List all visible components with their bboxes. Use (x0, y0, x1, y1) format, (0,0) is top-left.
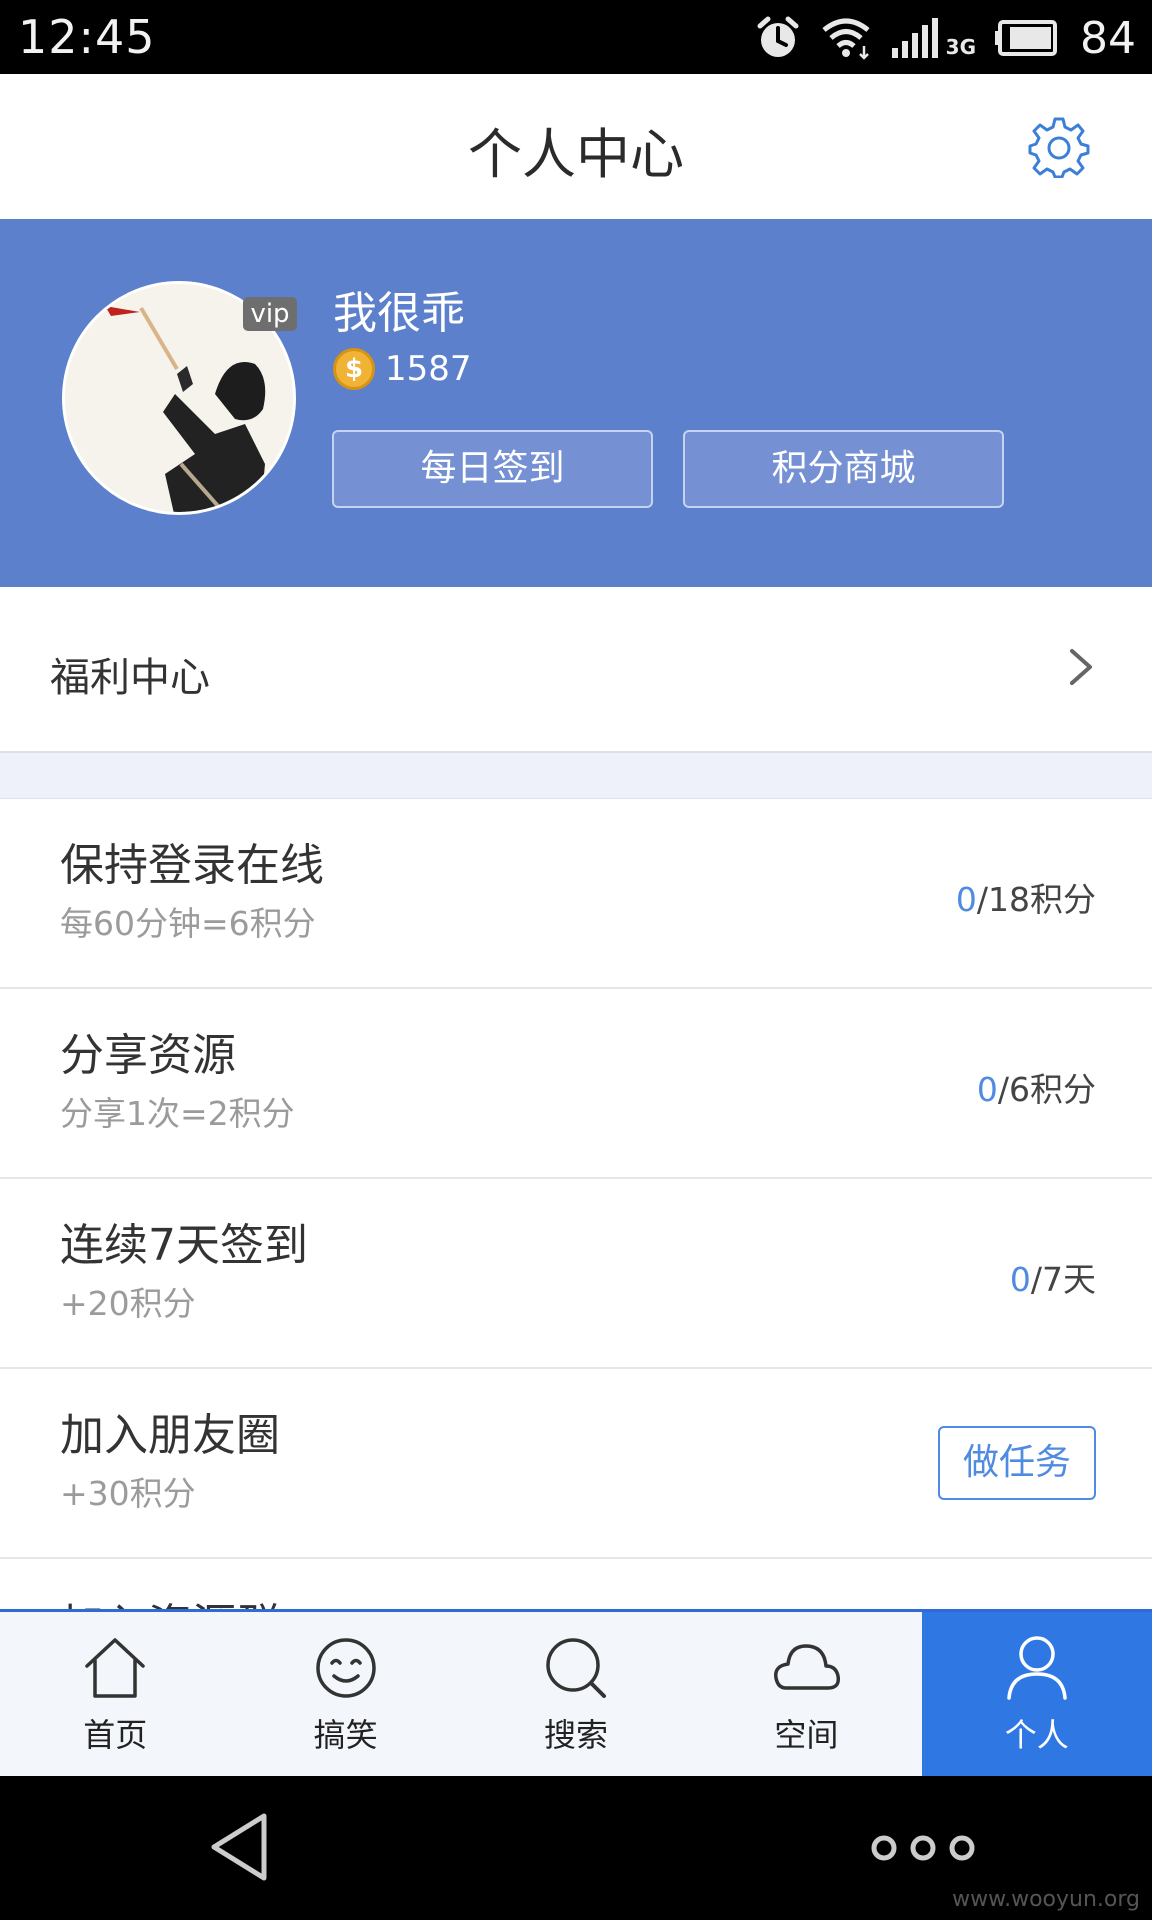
task-subtitle: 每60分钟=6积分 (60, 904, 316, 943)
search-icon (546, 1638, 606, 1698)
battery-level: 84 (1080, 12, 1136, 64)
watermark: www.wooyun.org (952, 1887, 1140, 1912)
nav-item-profile[interactable]: 个人 (921, 1612, 1152, 1776)
nav-item-space[interactable]: 空间 (691, 1612, 921, 1776)
nav-item-home[interactable]: 首页 (0, 1612, 230, 1776)
task-subtitle: +20积分 (60, 1284, 196, 1323)
task-subtitle: 分享1次=2积分 (60, 1094, 295, 1133)
task-progress-total: /6积分 (997, 1070, 1096, 1109)
user-icon (1007, 1636, 1067, 1700)
nav-label: 首页 (83, 1716, 148, 1754)
task-progress-current: 0 (955, 880, 977, 919)
network-type: 3G (945, 35, 976, 59)
system-nav-bar: www.wooyun.org (0, 1776, 1152, 1920)
task-progress: 0/6积分 (977, 1063, 1096, 1111)
task-title: 加入资源群 (60, 1589, 280, 1609)
task-item-share: 分享资源 分享1次=2积分 0/6积分 (0, 989, 1152, 1179)
task-progress: 0/7天 (1010, 1253, 1096, 1301)
alarm-icon (757, 16, 799, 57)
welfare-center-row[interactable]: 福利中心 (0, 587, 1152, 753)
page-title: 个人中心 (468, 123, 684, 186)
battery-icon (995, 20, 1057, 56)
chevron-right-icon (1070, 649, 1092, 685)
task-title: 加入朋友圈 (60, 1410, 280, 1461)
task-progress-total: /7天 (1030, 1260, 1096, 1299)
task-subtitle: +30积分 (60, 1474, 196, 1513)
points-shop-button[interactable]: 积分商城 (683, 430, 1004, 508)
section-divider (0, 753, 1152, 799)
coin-value: 1587 (385, 349, 472, 389)
task-title: 连续7天签到 (60, 1220, 308, 1271)
back-icon[interactable] (208, 1812, 272, 1882)
task-progress-current: 0 (976, 1070, 998, 1109)
bottom-nav: 首页 搞笑 搜索 空间 个人 (0, 1609, 1152, 1776)
task-progress-total: /18积分 (976, 880, 1096, 919)
home-icon (85, 1638, 145, 1698)
nav-item-funny[interactable]: 搞笑 (230, 1612, 460, 1776)
settings-button[interactable] (1028, 116, 1090, 179)
status-time: 12:45 (18, 10, 156, 64)
nav-label: 空间 (774, 1716, 839, 1754)
welfare-center-label: 福利中心 (50, 655, 210, 701)
coin-icon: $ (333, 348, 375, 390)
signal-icon (891, 18, 938, 58)
profile-banner: vip 我很乖 $ 1587 每日签到 积分商城 (0, 219, 1152, 587)
task-item-7day-checkin: 连续7天签到 +20积分 0/7天 (0, 1179, 1152, 1369)
task-item-join-group: 加入资源群 (0, 1559, 1152, 1609)
username: 我很乖 (333, 288, 465, 339)
smiley-icon (315, 1638, 376, 1698)
cloud-icon (774, 1644, 841, 1690)
do-task-button[interactable]: 做任务 (938, 1426, 1096, 1500)
task-title: 保持登录在线 (60, 840, 324, 891)
task-progress: 0/18积分 (956, 873, 1096, 921)
status-icons: 3G 84 (754, 10, 1136, 66)
task-list[interactable]: 保持登录在线 每60分钟=6积分 0/18积分 分享资源 分享1次=2积分 0/… (0, 799, 1152, 1609)
task-progress-current: 0 (1009, 1260, 1031, 1299)
status-bar: 12:45 3G 84 (0, 0, 1152, 74)
task-title: 分享资源 (60, 1030, 236, 1081)
task-item-stay-online: 保持登录在线 每60分钟=6积分 0/18积分 (0, 799, 1152, 989)
task-item-join-moments: 加入朋友圈 +30积分 做任务 (0, 1369, 1152, 1559)
vip-badge: vip (243, 297, 297, 331)
nav-item-search[interactable]: 搜索 (461, 1612, 691, 1776)
nav-label: 搞笑 (313, 1716, 378, 1754)
coin-balance: $ 1587 (333, 347, 472, 391)
app-header: 个人中心 (0, 74, 1152, 219)
wifi-icon (822, 18, 870, 60)
nav-label: 个人 (1004, 1716, 1069, 1754)
nav-label: 搜索 (543, 1716, 608, 1754)
gear-icon (1028, 117, 1090, 179)
daily-checkin-button[interactable]: 每日签到 (332, 430, 653, 508)
more-dots-icon[interactable] (868, 1828, 978, 1868)
